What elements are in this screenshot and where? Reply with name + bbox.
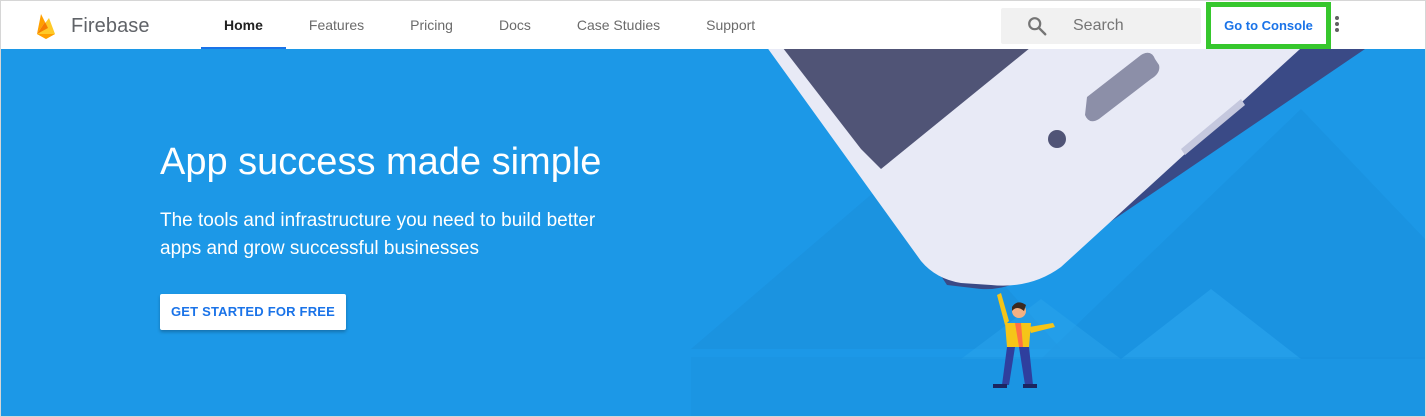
hero-headline: App success made simple <box>160 141 602 183</box>
top-navigation-bar: Firebase Home Features Pricing Docs Case… <box>1 1 1425 49</box>
go-to-console-button[interactable]: Go to Console <box>1211 7 1326 44</box>
nav-item-support[interactable]: Support <box>683 1 778 49</box>
brand-name[interactable]: Firebase <box>71 15 150 38</box>
page-frame: Firebase Home Features Pricing Docs Case… <box>0 0 1426 417</box>
nav-item-features[interactable]: Features <box>286 1 387 49</box>
get-started-button[interactable]: GET STARTED FOR FREE <box>160 294 346 330</box>
nav-item-case-studies[interactable]: Case Studies <box>554 1 683 49</box>
firebase-flame-icon <box>37 14 55 39</box>
nav-item-home[interactable]: Home <box>201 1 286 49</box>
nav-item-pricing[interactable]: Pricing <box>387 1 476 49</box>
nav-item-docs[interactable]: Docs <box>476 1 554 49</box>
search-input[interactable]: Search <box>1073 17 1124 35</box>
hero-banner: App success made simple The tools and in… <box>1 49 1425 416</box>
console-button-highlight: Go to Console <box>1206 2 1331 49</box>
more-vert-icon[interactable] <box>1332 16 1342 36</box>
hero-subheadline: The tools and infrastructure you need to… <box>160 210 596 259</box>
firebase-logo[interactable] <box>35 12 57 40</box>
search-box[interactable]: Search <box>1001 8 1201 44</box>
search-icon <box>1028 17 1047 36</box>
main-nav: Home Features Pricing Docs Case Studies … <box>201 1 778 49</box>
